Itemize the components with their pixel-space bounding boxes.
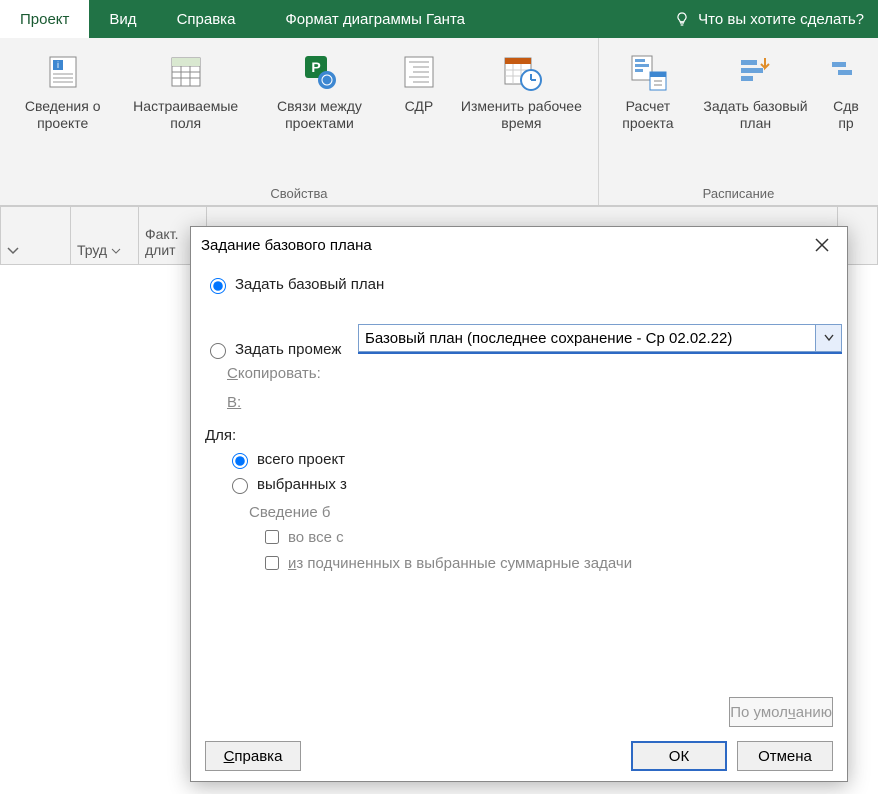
tab-project[interactable]: Проект xyxy=(0,0,89,38)
radio-selected-tasks[interactable]: выбранных з xyxy=(227,475,833,494)
calendar-clock-icon xyxy=(499,50,543,94)
radio-set-interim-label: Задать промеж xyxy=(235,341,341,358)
dialog-title: Задание базового плана xyxy=(201,237,807,254)
move-project-label: Сдв пр xyxy=(824,98,868,132)
custom-fields-button[interactable]: Настраиваемые поля xyxy=(123,46,248,184)
radio-selected-tasks-input[interactable] xyxy=(232,478,248,494)
checkbox-all-summary-input[interactable] xyxy=(265,530,279,544)
custom-fields-label: Настраиваемые поля xyxy=(129,98,242,132)
close-icon xyxy=(815,238,829,252)
baseline-icon xyxy=(733,50,777,94)
ribbon: i Сведения о проекте Настраиваемые поля … xyxy=(0,38,878,206)
group-properties-label: Свойства xyxy=(4,184,594,205)
col-header-work[interactable]: Труд xyxy=(71,207,139,265)
into-label: В: xyxy=(227,394,833,411)
gantt-calc-icon xyxy=(626,50,670,94)
defaults-button: По умолчанию xyxy=(729,697,833,727)
links-between-label: Связи между проектами xyxy=(256,98,383,132)
wbs-button[interactable]: СДР xyxy=(391,46,447,184)
checkbox-from-subtasks-input[interactable] xyxy=(265,556,279,570)
tell-me-search[interactable]: Что вы хотите сделать? xyxy=(660,0,878,38)
ribbon-tabs: Проект Вид Справка Формат диаграммы Гант… xyxy=(0,0,878,38)
tab-gantt-format[interactable]: Формат диаграммы Ганта xyxy=(255,0,495,38)
combobox-arrow-button[interactable] xyxy=(815,325,841,351)
radio-whole-project[interactable]: всего проект xyxy=(227,450,833,469)
copy-label: Скопировать: xyxy=(227,365,833,382)
for-label: Для: xyxy=(205,427,833,444)
radio-selected-tasks-label: выбранных з xyxy=(257,476,347,493)
checkbox-all-summary[interactable]: во все с xyxy=(261,527,833,547)
ok-button[interactable]: ОК xyxy=(631,741,727,771)
project-link-icon: P xyxy=(297,50,341,94)
move-icon xyxy=(824,50,868,94)
calculate-project-button[interactable]: Расчет проекта xyxy=(603,46,693,184)
lightbulb-icon xyxy=(674,11,690,27)
baseline-combobox[interactable]: Базовый план (последнее сохранение - Ср … xyxy=(358,324,842,352)
svg-text:P: P xyxy=(312,59,321,75)
calculate-project-label: Расчет проекта xyxy=(609,98,687,132)
wbs-label: СДР xyxy=(405,98,434,115)
radio-set-interim-input[interactable] xyxy=(210,343,226,359)
info-sheet-icon: i xyxy=(41,50,85,94)
radio-set-baseline[interactable]: Задать базовый план xyxy=(205,275,833,294)
dropdown-arrow-icon xyxy=(7,247,19,255)
help-button[interactable]: Справка xyxy=(205,741,301,771)
chevron-down-icon xyxy=(824,334,834,342)
checkbox-from-subtasks[interactable]: из подчиненных в выбранные суммарные зад… xyxy=(261,553,833,573)
radio-whole-project-input[interactable] xyxy=(232,453,248,469)
tell-me-label: Что вы хотите сделать? xyxy=(698,11,864,28)
col-header-blank[interactable] xyxy=(1,207,71,265)
tab-help[interactable]: Справка xyxy=(157,0,256,38)
outline-icon xyxy=(397,50,441,94)
tab-view[interactable]: Вид xyxy=(89,0,156,38)
checkbox-from-subtasks-label: из подчиненных в выбранные суммарные зад… xyxy=(288,555,632,572)
table-icon xyxy=(164,50,208,94)
group-schedule-label: Расписание xyxy=(603,184,874,205)
radio-set-baseline-label: Задать базовый план xyxy=(235,276,384,293)
dialog-titlebar: Задание базового плана xyxy=(191,227,847,263)
dialog-close-button[interactable] xyxy=(807,230,837,260)
project-info-button[interactable]: i Сведения о проекте xyxy=(4,46,121,184)
set-baseline-dialog: Задание базового плана Задать базовый пл… xyxy=(190,226,848,782)
set-baseline-label: Задать базовый план xyxy=(701,98,810,132)
radio-set-baseline-input[interactable] xyxy=(210,278,226,294)
radio-whole-project-label: всего проект xyxy=(257,451,345,468)
svg-text:i: i xyxy=(57,60,59,70)
baseline-dropdown-list[interactable] xyxy=(358,352,842,354)
change-working-time-label: Изменить рабочее время xyxy=(455,98,588,132)
project-info-label: Сведения о проекте xyxy=(10,98,115,132)
move-project-button[interactable]: Сдв пр xyxy=(818,46,874,184)
rollup-label: Сведение б xyxy=(249,504,833,521)
baseline-combobox-value: Базовый план (последнее сохранение - Ср … xyxy=(359,330,815,347)
change-working-time-button[interactable]: Изменить рабочее время xyxy=(449,46,594,184)
links-between-button[interactable]: P Связи между проектами xyxy=(250,46,389,184)
checkbox-all-summary-label: во все с xyxy=(288,529,344,546)
cancel-button[interactable]: Отмена xyxy=(737,741,833,771)
set-baseline-button[interactable]: Задать базовый план xyxy=(695,46,816,184)
